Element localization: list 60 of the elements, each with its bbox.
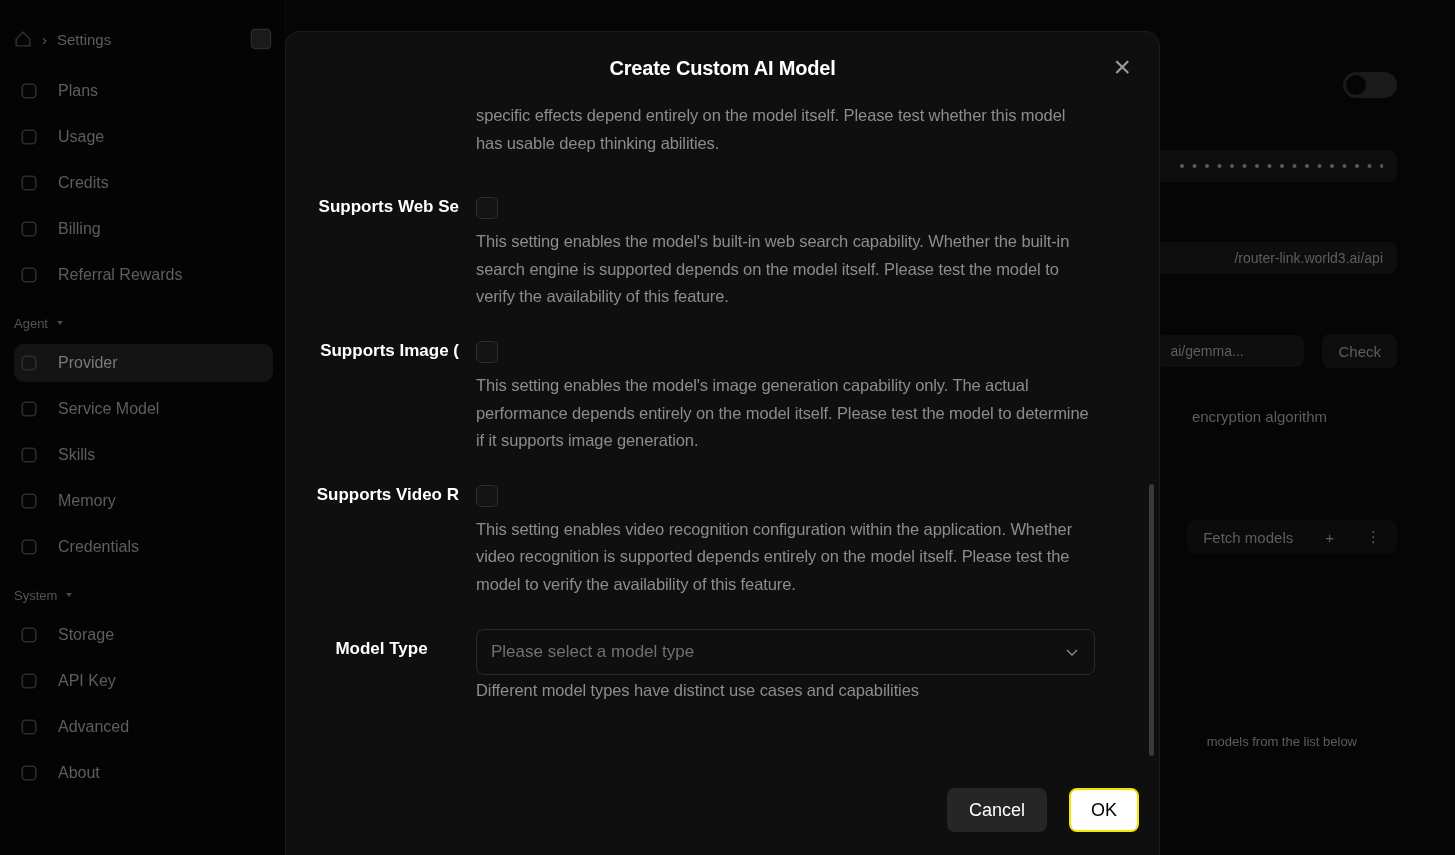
dialog-title: Create Custom AI Model [609, 56, 836, 80]
field-label: Model Type [335, 638, 428, 658]
sidebar-item[interactable]: Provider [14, 344, 273, 382]
square-icon [20, 82, 38, 100]
breadcrumb-separator: › [42, 30, 47, 48]
square-icon [20, 128, 38, 146]
square-icon [20, 764, 38, 782]
section-heading: System [14, 587, 58, 603]
square-icon [20, 220, 38, 238]
sidebar-toggle-icon[interactable] [249, 27, 273, 51]
dialog-button[interactable]: Cancel [946, 788, 1047, 832]
sidebar-item[interactable]: Service Model [14, 390, 273, 428]
checkbox[interactable] [476, 340, 498, 363]
checkbox[interactable] [476, 484, 498, 507]
check-button[interactable]: Check [1322, 334, 1397, 368]
dialog-button[interactable]: OK [1069, 788, 1139, 832]
help-text: This setting enables video recognition configuration within the application. Whether video recognition is supported depends entirely on the model itself. Please test the model to verify the availability of this feature. [476, 518, 1074, 595]
close-button[interactable]: × [1109, 52, 1135, 82]
sidebar-item[interactable]: Credits [14, 164, 273, 202]
sidebar-item[interactable]: Advanced [14, 708, 273, 746]
sidebar-item[interactable]: Credentials [14, 528, 273, 566]
sidebar-item[interactable]: About [14, 754, 273, 792]
sidebar-item[interactable]: Referral Rewards [14, 256, 273, 294]
sidebar-item[interactable]: Plans [14, 72, 273, 110]
help-text: Different model types have distinct use cases and capabilities [476, 679, 920, 701]
home-icon[interactable] [14, 30, 32, 48]
section-heading: Agent [14, 315, 48, 331]
square-icon [20, 400, 38, 418]
fetch-models-button[interactable]: Fetch models [1187, 520, 1310, 554]
sidebar-item[interactable]: Skills [14, 436, 273, 474]
square-icon [20, 492, 38, 510]
field-label: Supports Web Se [318, 197, 459, 217]
sidebar-item[interactable]: API Key [14, 662, 273, 700]
caret-down-icon [56, 319, 64, 327]
help-text: This setting enables the model's built-in web search capability. Whether the built-in search engine is supported depends on the model itself. Please test the model to verify the availability of this feature. [476, 231, 1071, 308]
square-icon [20, 174, 38, 192]
square-icon [20, 718, 38, 736]
square-icon [20, 672, 38, 690]
caret-down-icon [65, 591, 74, 599]
sidebar-item[interactable]: Memory [14, 482, 273, 520]
scrollbar-thumb[interactable] [1149, 484, 1154, 756]
square-icon [20, 626, 38, 644]
field-label: Supports Image ( [320, 340, 459, 360]
model-type-select[interactable]: Please select a model type [476, 628, 1095, 675]
more-button[interactable]: ⋮ [1350, 520, 1397, 554]
field-label: Supports Video R [316, 484, 459, 504]
help-text: This setting enables the model's image generation capability only. The actual performance depends entirely on the model itself. Please test the model to determine if it supports image generation. [476, 374, 1090, 452]
encryption-note: encryption algorithm [1191, 408, 1327, 425]
help-text: specific effects depend entirely on the model itself. Please test whether this model has usable deep thinking abilities. [476, 105, 1067, 154]
square-icon [20, 538, 38, 556]
square-icon [20, 266, 38, 284]
sidebar-item[interactable]: Usage [14, 118, 273, 156]
list-hint: models from the list below [1206, 734, 1357, 749]
square-icon [20, 354, 38, 372]
breadcrumb-item: Settings [57, 30, 112, 48]
sidebar-item[interactable]: Storage [14, 616, 273, 654]
square-icon [20, 446, 38, 464]
sidebar-item[interactable]: Billing [14, 210, 273, 248]
checkbox[interactable] [476, 197, 498, 220]
add-button[interactable]: + [1309, 520, 1350, 554]
